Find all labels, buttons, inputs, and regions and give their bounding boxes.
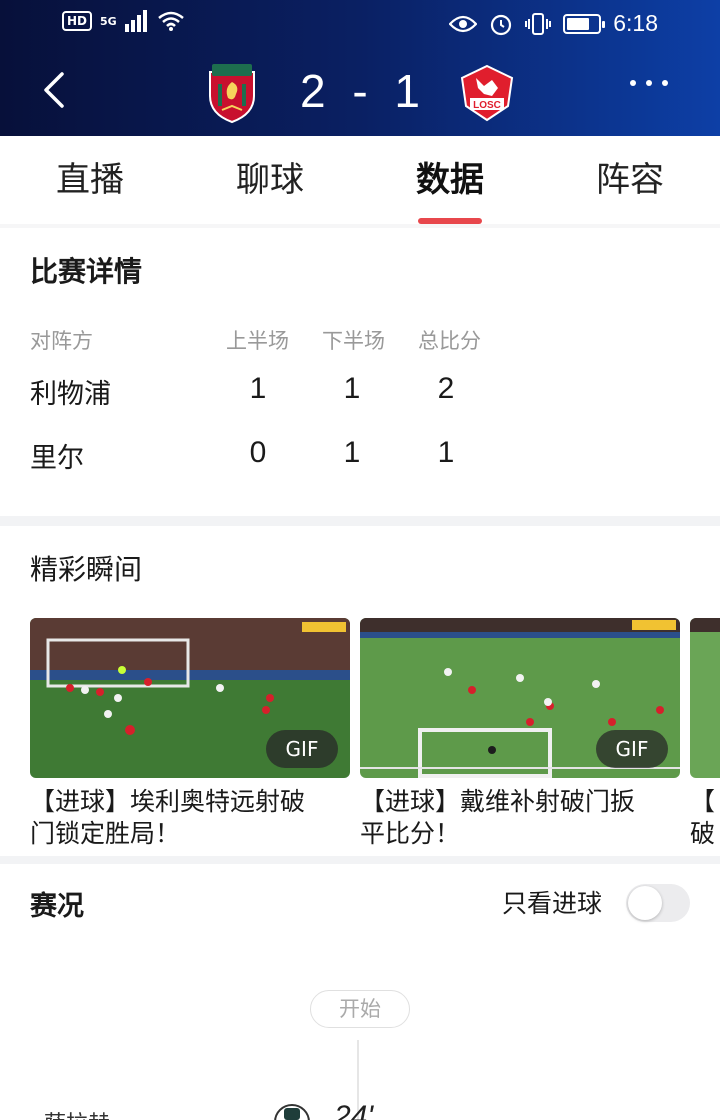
team-name-away: 里尔	[30, 443, 84, 474]
away-second-half: 1	[343, 436, 361, 469]
hd-indicator: HD	[62, 11, 93, 31]
signal-icon	[124, 10, 147, 32]
vibrate-icon	[525, 12, 552, 35]
battery-icon	[563, 13, 606, 34]
tab-live[interactable]: 直播	[0, 136, 180, 224]
event-player: 萨拉赫	[44, 1106, 110, 1120]
home-first-half: 1	[249, 372, 267, 405]
col-header-second-half: 下半场	[322, 329, 385, 353]
col-header-first-half: 上半场	[226, 329, 289, 353]
network-type: 5G	[100, 14, 117, 28]
gif-badge: GIF	[596, 730, 668, 768]
highlight-caption-3[interactable]: 【破	[690, 786, 720, 850]
away-first-half: 0	[249, 436, 267, 469]
losc-crest-icon[interactable]: LOSC	[458, 64, 516, 122]
event-minute: 24'	[334, 1100, 374, 1120]
alarm-icon	[491, 14, 512, 35]
match-detail-title: 比赛详情	[30, 255, 143, 288]
team-name-home: 利物浦	[30, 379, 111, 410]
tab-stats[interactable]: 数据	[360, 136, 540, 224]
toggle-knob	[628, 886, 662, 920]
more-options-icon[interactable]	[630, 80, 668, 86]
gif-badge: GIF	[266, 730, 338, 768]
home-total: 2	[437, 372, 455, 405]
away-score: 1	[394, 65, 420, 117]
status-bar: HD 5G 6:18	[0, 0, 720, 48]
clock: 6:18	[613, 10, 658, 36]
tab-lineup[interactable]: 阵容	[540, 136, 720, 224]
match-header: HD 5G 6:18 2 - 1 LOSC	[0, 0, 720, 136]
losc-crest-text: LOSC	[473, 100, 501, 111]
away-total: 1	[437, 436, 455, 469]
goals-only-label: 只看进球	[502, 889, 603, 918]
wifi-icon	[157, 11, 184, 31]
match-status-title: 赛况	[30, 891, 84, 922]
start-marker: 开始	[310, 990, 410, 1028]
goal-ball-icon	[274, 1104, 310, 1120]
back-icon[interactable]	[36, 70, 76, 110]
scoreline: 2 - 1	[300, 65, 420, 117]
highlight-caption-1[interactable]: 【进球】埃利奥特远射破 门锁定胜局！	[30, 786, 350, 850]
highlights-title: 精彩瞬间	[30, 553, 143, 586]
tab-chat[interactable]: 聊球	[180, 136, 360, 224]
divider	[0, 516, 720, 526]
score-separator: -	[352, 65, 368, 117]
highlight-thumbnail	[690, 618, 720, 778]
tab-bar: 直播 聊球 数据 阵容	[0, 136, 720, 224]
col-header-total: 总比分	[418, 329, 481, 353]
col-header-teams: 对阵方	[30, 329, 93, 353]
eye-icon	[449, 15, 478, 32]
highlight-clip-3[interactable]	[690, 618, 720, 778]
liverpool-crest-icon[interactable]	[204, 62, 260, 124]
home-second-half: 1	[343, 372, 361, 405]
divider	[0, 224, 720, 228]
home-score: 2	[300, 65, 326, 117]
highlight-caption-2[interactable]: 【进球】戴维补射破门扳 平比分！	[360, 786, 680, 850]
goals-only-toggle[interactable]	[626, 884, 690, 922]
highlight-clip-1[interactable]: GIF	[30, 618, 350, 778]
highlight-clip-2[interactable]: GIF	[360, 618, 680, 778]
divider	[0, 856, 720, 864]
